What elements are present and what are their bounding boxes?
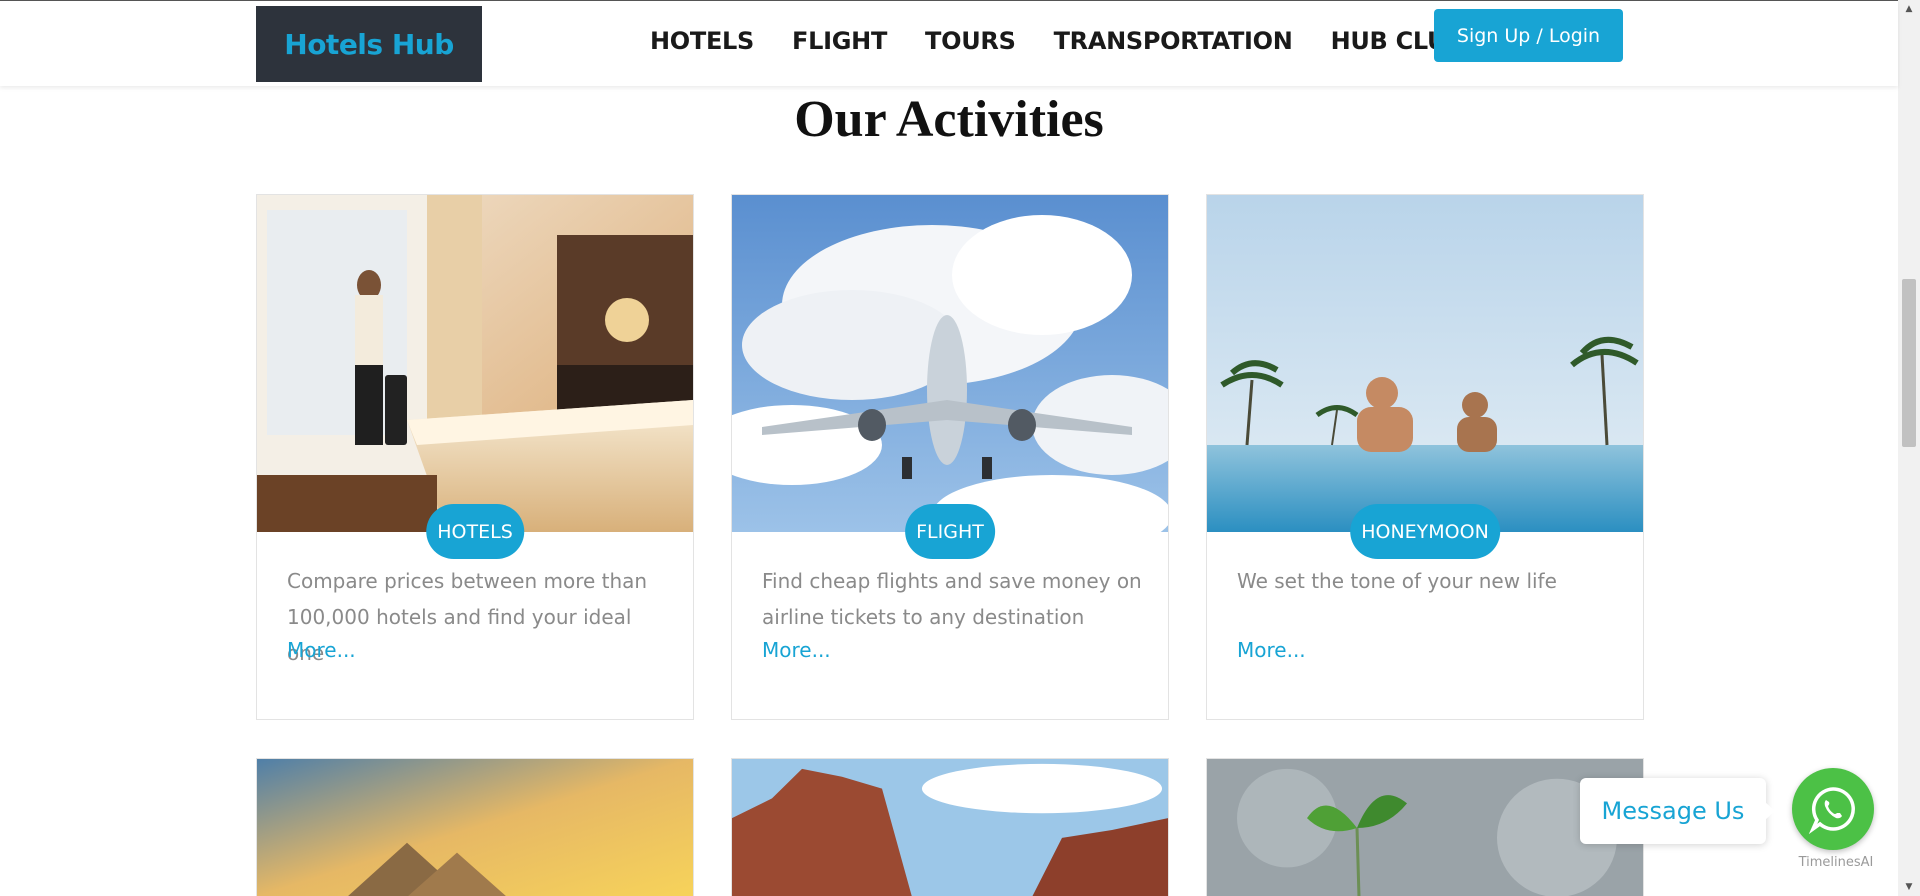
more-link-honeymoon[interactable]: More...: [1237, 638, 1306, 662]
scroll-up-icon[interactable]: ▲: [1898, 0, 1920, 18]
more-link-hotels[interactable]: More...: [287, 638, 356, 662]
airplane-image: [732, 195, 1168, 532]
pyramids-image: [257, 759, 693, 896]
red-rocks-image: [732, 759, 1168, 896]
widget-brand: TimelinesAI: [1798, 855, 1874, 870]
card-description: We set the tone of your new life: [1237, 569, 1557, 593]
nav-transportation[interactable]: TRANSPORTATION: [1054, 27, 1293, 55]
message-us-bubble[interactable]: Message Us: [1580, 778, 1775, 844]
scroll-down-icon[interactable]: ▼: [1898, 878, 1920, 896]
section-title: Our Activities: [794, 91, 1104, 148]
signup-login-button[interactable]: Sign Up / Login: [1434, 9, 1623, 62]
green-leaf-image: [1207, 759, 1643, 896]
hotel-room-image: [257, 195, 693, 532]
nav-hotels[interactable]: HOTELS: [650, 27, 754, 55]
activity-card-canyon[interactable]: [731, 758, 1169, 896]
activity-card-pyramids[interactable]: [256, 758, 694, 896]
page-scrollbar[interactable]: ▲ ▼: [1898, 0, 1920, 896]
activity-card-hotels[interactable]: HOTELS Compare prices between more than …: [256, 194, 694, 720]
activity-card-honeymoon[interactable]: HONEYMOON We set the tone of your new li…: [1206, 194, 1644, 720]
honeymoon-pool-image: [1207, 195, 1643, 532]
card-description: Find cheap flights and save money on air…: [762, 569, 1142, 629]
tag-hotels: HOTELS: [426, 504, 524, 559]
whatsapp-icon: [1808, 787, 1855, 834]
activity-card-nature[interactable]: [1206, 758, 1644, 896]
activity-card-flight[interactable]: FLIGHT Find cheap flights and save money…: [731, 194, 1169, 720]
tag-honeymoon: HONEYMOON: [1350, 504, 1500, 559]
site-header: Hotels Hub HOTELS FLIGHT TOURS TRANSPORT…: [0, 0, 1898, 86]
nav-flight[interactable]: FLIGHT: [792, 27, 887, 55]
whatsapp-button[interactable]: [1792, 768, 1874, 850]
more-link-flight[interactable]: More...: [762, 638, 831, 662]
tag-flight: FLIGHT: [905, 504, 995, 559]
scroll-thumb[interactable]: [1902, 279, 1916, 447]
main-nav: HOTELS FLIGHT TOURS TRANSPORTATION HUB C…: [650, 27, 1465, 55]
nav-tours[interactable]: TOURS: [925, 27, 1016, 55]
logo[interactable]: Hotels Hub: [256, 6, 482, 82]
